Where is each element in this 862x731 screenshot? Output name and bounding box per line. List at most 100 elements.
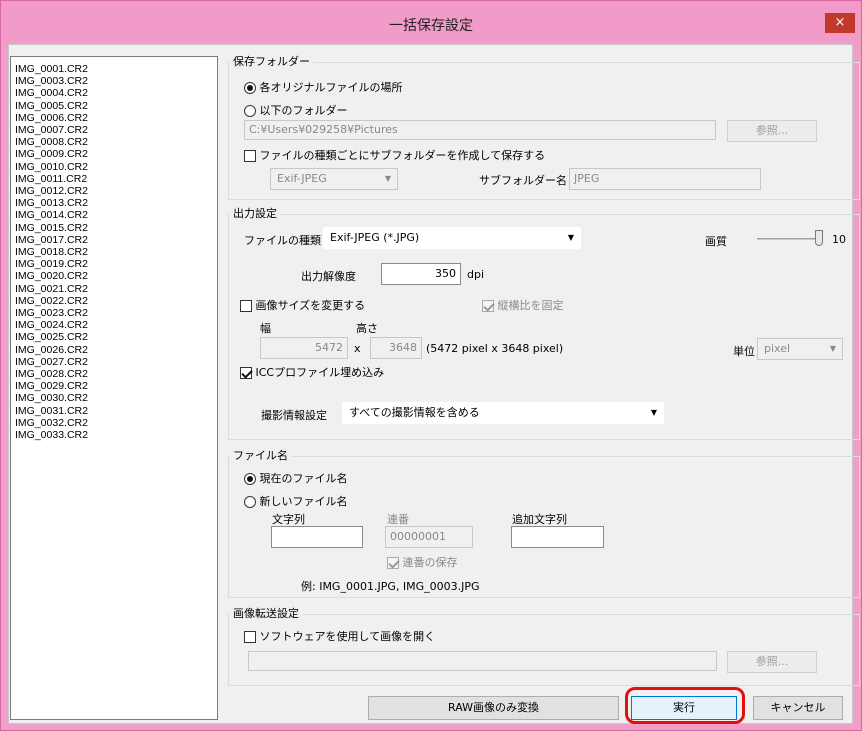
chevron-down-icon: ▼ [650, 408, 657, 417]
cancel-button[interactable]: キャンセル [753, 696, 843, 720]
browse-folder-button[interactable]: 参照... [727, 120, 817, 142]
file-list-item[interactable]: IMG_0017.CR2 [11, 234, 217, 246]
subfolder-type-select[interactable]: Exif-JPEG ▼ [270, 168, 398, 190]
width-label: 幅 [260, 322, 271, 335]
file-list-item[interactable]: IMG_0020.CR2 [11, 270, 217, 282]
resolution-unit: dpi [467, 268, 485, 281]
quality-slider-thumb[interactable] [815, 230, 823, 246]
radio-new-icon[interactable] [244, 496, 256, 508]
radio-following-folder[interactable]: 以下のフォルダー [244, 102, 348, 118]
file-list-item[interactable]: IMG_0030.CR2 [11, 392, 217, 404]
resize-checkbox[interactable] [240, 300, 252, 312]
file-list-item[interactable]: IMG_0031.CR2 [11, 405, 217, 417]
save-path-input[interactable]: C:¥Users¥029258¥Pictures [244, 120, 716, 140]
file-list-item[interactable]: IMG_0013.CR2 [11, 197, 217, 209]
serial-save-label: 連番の保存 [402, 556, 458, 569]
file-list-item[interactable]: IMG_0006.CR2 [11, 112, 217, 124]
window-title: 一括保存設定 [389, 18, 473, 34]
file-list-item[interactable]: IMG_0012.CR2 [11, 185, 217, 197]
icc-checkbox[interactable] [240, 367, 252, 379]
file-list-item[interactable]: IMG_0005.CR2 [11, 100, 217, 112]
radio-original-label: 各オリジナルファイルの場所 [259, 81, 403, 94]
subfolder-checkbox[interactable] [244, 150, 256, 162]
chevron-down-icon: ▼ [567, 233, 574, 242]
serial-save-option[interactable]: 連番の保存 [387, 554, 458, 570]
file-list-item[interactable]: IMG_0014.CR2 [11, 209, 217, 221]
chevron-down-icon: ▼ [829, 344, 836, 353]
browse-software-button[interactable]: 参照... [727, 651, 817, 673]
open-software-checkbox[interactable] [244, 631, 256, 643]
serial-label: 連番 [387, 513, 409, 526]
aspect-label: 縦横比を固定 [497, 299, 564, 312]
radio-current-label: 現在のファイル名 [259, 472, 348, 485]
subfolder-name-label: サブフォルダー名 [479, 174, 567, 187]
resolution-input[interactable]: 350 [381, 263, 461, 285]
radio-original-icon[interactable] [244, 82, 256, 94]
width-input[interactable]: 5472 [260, 337, 348, 359]
radio-original-location[interactable]: 各オリジナルファイルの場所 [244, 79, 403, 95]
unit-select[interactable]: pixel ▼ [757, 338, 843, 360]
radio-new-name[interactable]: 新しいファイル名 [244, 493, 348, 509]
file-list-item[interactable]: IMG_0022.CR2 [11, 295, 217, 307]
file-list-item[interactable]: IMG_0008.CR2 [11, 136, 217, 148]
file-list-item[interactable]: IMG_0015.CR2 [11, 222, 217, 234]
file-list[interactable]: IMG_0001.CR2 IMG_0003.CR2 IMG_0004.CR2 IMG_… [10, 56, 218, 720]
radio-current-name[interactable]: 現在のファイル名 [244, 470, 348, 486]
resize-option[interactable]: 画像サイズを変更する [240, 297, 365, 313]
raw-only-button[interactable]: RAW画像のみ変換 [368, 696, 619, 720]
file-list-item[interactable]: IMG_0004.CR2 [11, 87, 217, 99]
open-software-option[interactable]: ソフトウェアを使用して画像を開く [244, 628, 435, 644]
file-list-item[interactable]: IMG_0018.CR2 [11, 246, 217, 258]
subfolder-option[interactable]: ファイルの種類ごとにサブフォルダーを作成して保存する [244, 147, 545, 163]
software-path-input[interactable] [248, 651, 717, 671]
file-list-item[interactable]: IMG_0021.CR2 [11, 283, 217, 295]
subfolder-type-value: Exif-JPEG [277, 172, 327, 185]
serial-save-checkbox[interactable] [387, 557, 399, 569]
file-list-item[interactable]: IMG_0024.CR2 [11, 319, 217, 331]
file-list-item[interactable]: IMG_0010.CR2 [11, 161, 217, 173]
file-list-item[interactable]: IMG_0029.CR2 [11, 380, 217, 392]
subfolder-name-input[interactable]: JPEG [569, 168, 761, 190]
close-button[interactable]: × [825, 13, 855, 33]
resolution-label: 出力解像度 [301, 270, 356, 283]
file-list-item[interactable]: IMG_0026.CR2 [11, 344, 217, 356]
file-type-select[interactable]: Exif-JPEG (*.JPG) ▼ [323, 227, 581, 249]
file-list-item[interactable]: IMG_0025.CR2 [11, 331, 217, 343]
quality-slider[interactable] [757, 238, 819, 240]
unit-value: pixel [764, 342, 791, 355]
quality-label: 画質 [705, 235, 727, 248]
file-list-item[interactable]: IMG_0032.CR2 [11, 417, 217, 429]
string-input[interactable] [271, 526, 363, 548]
file-list-item[interactable]: IMG_0027.CR2 [11, 356, 217, 368]
file-list-item[interactable]: IMG_0003.CR2 [11, 75, 217, 87]
file-list-item[interactable]: IMG_0011.CR2 [11, 173, 217, 185]
file-list-item[interactable]: IMG_0028.CR2 [11, 368, 217, 380]
aspect-checkbox[interactable] [482, 300, 494, 312]
file-type-value: Exif-JPEG (*.JPG) [330, 231, 420, 244]
file-list-item[interactable]: IMG_0007.CR2 [11, 124, 217, 136]
shooting-info-label: 撮影情報設定 [261, 409, 327, 422]
shooting-info-value: すべての撮影情報を含める [349, 406, 480, 419]
subfolder-label: ファイルの種類ごとにサブフォルダーを作成して保存する [259, 149, 546, 162]
file-list-item[interactable]: IMG_0019.CR2 [11, 258, 217, 270]
serial-input[interactable]: 00000001 [385, 526, 473, 548]
size-info: (5472 pixel x 3648 pixel) [426, 342, 564, 355]
height-input[interactable]: 3648 [370, 337, 422, 359]
radio-following-label: 以下のフォルダー [259, 104, 348, 117]
aspect-option[interactable]: 縦横比を固定 [482, 297, 564, 313]
icc-label: ICCプロファイル埋め込み [255, 366, 385, 379]
file-list-item[interactable]: IMG_0033.CR2 [11, 429, 217, 441]
radio-following-icon[interactable] [244, 105, 256, 117]
resize-label: 画像サイズを変更する [255, 299, 366, 312]
icc-option[interactable]: ICCプロファイル埋め込み [240, 364, 384, 380]
transfer-title: 画像転送設定 [230, 607, 302, 620]
transfer-group [228, 614, 860, 686]
string-label: 文字列 [272, 513, 305, 526]
file-list-item[interactable]: IMG_0009.CR2 [11, 148, 217, 160]
append-input[interactable] [511, 526, 604, 548]
radio-current-icon[interactable] [244, 473, 256, 485]
file-type-label: ファイルの種類 [244, 234, 321, 247]
file-list-item[interactable]: IMG_0023.CR2 [11, 307, 217, 319]
shooting-info-select[interactable]: すべての撮影情報を含める ▼ [342, 402, 664, 424]
file-list-item[interactable]: IMG_0001.CR2 [11, 63, 217, 75]
